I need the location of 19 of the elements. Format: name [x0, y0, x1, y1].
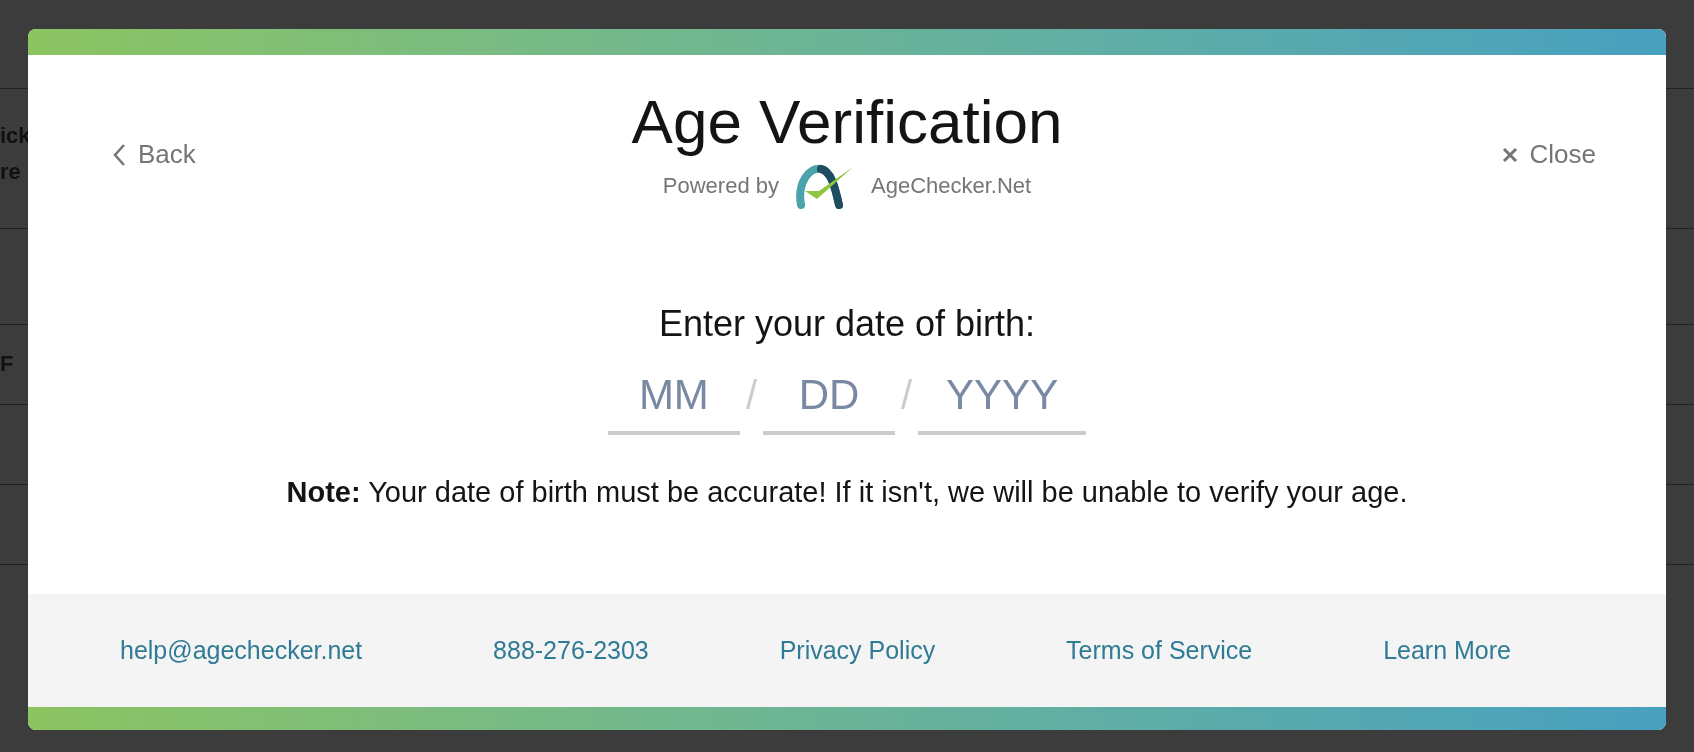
footer-link[interactable]: Privacy Policy — [779, 631, 936, 670]
back-button[interactable]: Back — [112, 135, 196, 174]
footer-link[interactable]: 888-276-2303 — [493, 631, 649, 670]
brand-name: AgeChecker.Net — [871, 172, 1032, 200]
footer-link[interactable]: help@agechecker.net — [120, 631, 363, 670]
date-field[interactable]: YYYY — [918, 358, 1087, 435]
date-separator: / — [745, 371, 757, 419]
prompt-text: Enter your date of birth: — [658, 301, 1036, 346]
footer-link[interactable]: Learn More — [1383, 631, 1511, 670]
dialog-title: Age Verification — [631, 86, 1063, 158]
footer-link[interactable]: Terms of Service — [1066, 631, 1253, 670]
date-separator: / — [901, 371, 913, 419]
note-text: Note: Your date of birth must be accurate! If it isn't, we will be unable to verify your age. — [286, 474, 1408, 510]
chevron-left-icon — [112, 142, 126, 167]
powered-by-text: Powered by — [662, 172, 779, 200]
close-button[interactable]: Close — [1501, 135, 1596, 174]
date-field[interactable]: MM — [607, 358, 740, 435]
date-field[interactable]: DD — [763, 358, 895, 435]
close-icon — [1501, 146, 1518, 163]
